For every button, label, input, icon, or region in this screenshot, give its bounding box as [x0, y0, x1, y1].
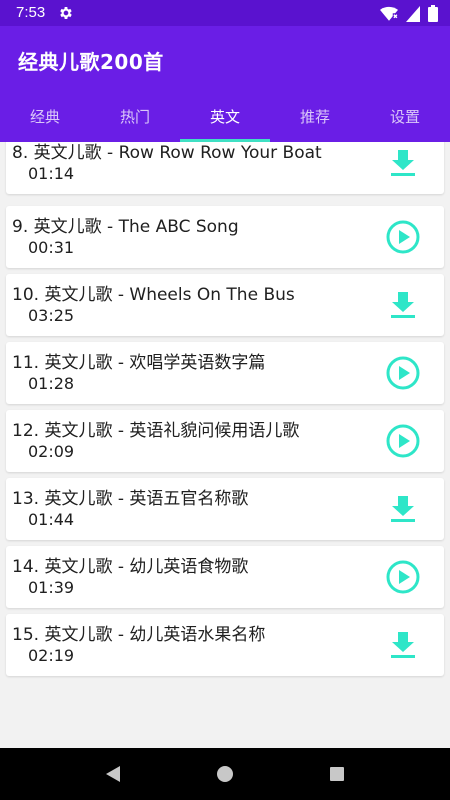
recents-icon — [330, 767, 344, 781]
song-title: 14. 英文儿歌 - 幼儿英语食物歌 — [12, 557, 249, 577]
tab-english[interactable]: 英文 — [180, 90, 270, 142]
song-title: 11. 英文儿歌 - 欢唱学英语数字篇 — [12, 353, 266, 373]
play-button[interactable] — [384, 558, 422, 596]
signal-icon — [406, 5, 420, 22]
wifi-icon — [380, 6, 398, 21]
home-icon — [217, 766, 233, 782]
play-icon — [386, 220, 420, 254]
back-button[interactable] — [102, 763, 124, 785]
download-button[interactable] — [384, 626, 422, 664]
song-item[interactable]: 9. 英文儿歌 - The ABC Song 00:31 — [6, 206, 444, 268]
download-icon — [391, 632, 415, 658]
song-duration: 02:19 — [28, 646, 75, 665]
tab-recommended[interactable]: 推荐 — [270, 90, 360, 142]
tab-settings[interactable]: 设置 — [360, 90, 450, 142]
download-button[interactable] — [384, 490, 422, 528]
play-button[interactable] — [384, 422, 422, 460]
play-icon — [386, 560, 420, 594]
song-duration: 02:09 — [28, 442, 75, 461]
song-list[interactable]: 8. 英文儿歌 - Row Row Row Your Boat 01:14 9.… — [0, 142, 450, 748]
play-button[interactable] — [384, 354, 422, 392]
app-bar: 经典儿歌200首 经典 热门 英文 推荐 设置 — [0, 26, 450, 142]
status-time: 7:53 — [16, 4, 46, 21]
song-title: 12. 英文儿歌 - 英语礼貌问候用语儿歌 — [12, 421, 300, 441]
app-title: 经典儿歌200首 — [18, 50, 164, 74]
download-button[interactable] — [384, 286, 422, 324]
tab-bar: 经典 热门 英文 推荐 设置 — [0, 90, 450, 142]
play-icon — [386, 356, 420, 390]
song-item[interactable]: 12. 英文儿歌 - 英语礼貌问候用语儿歌 02:09 — [6, 410, 444, 472]
song-title: 10. 英文儿歌 - Wheels On The Bus — [12, 285, 295, 305]
song-title: 15. 英文儿歌 - 幼儿英语水果名称 — [12, 625, 266, 645]
recents-button[interactable] — [326, 763, 348, 785]
song-item[interactable]: 11. 英文儿歌 - 欢唱学英语数字篇 01:28 — [6, 342, 444, 404]
download-icon — [391, 150, 415, 176]
download-icon — [391, 292, 415, 318]
download-button[interactable] — [384, 144, 422, 182]
play-icon — [386, 424, 420, 458]
song-title: 13. 英文儿歌 - 英语五官名称歌 — [12, 489, 249, 509]
system-nav-bar — [0, 748, 450, 800]
song-duration: 01:14 — [28, 164, 75, 183]
song-duration: 00:31 — [28, 238, 75, 257]
song-duration: 03:25 — [28, 306, 75, 325]
tab-classic[interactable]: 经典 — [0, 90, 90, 142]
tab-popular[interactable]: 热门 — [90, 90, 180, 142]
song-item[interactable]: 10. 英文儿歌 - Wheels On The Bus 03:25 — [6, 274, 444, 336]
song-item[interactable]: 13. 英文儿歌 - 英语五官名称歌 01:44 — [6, 478, 444, 540]
back-icon — [106, 766, 120, 782]
song-duration: 01:39 — [28, 578, 75, 597]
song-duration: 01:28 — [28, 374, 75, 393]
song-item[interactable]: 15. 英文儿歌 - 幼儿英语水果名称 02:19 — [6, 614, 444, 676]
battery-icon — [428, 5, 438, 22]
status-bar: 7:53 — [0, 0, 450, 26]
song-item[interactable]: 14. 英文儿歌 - 幼儿英语食物歌 01:39 — [6, 546, 444, 608]
song-item[interactable]: 8. 英文儿歌 - Row Row Row Your Boat 01:14 — [6, 142, 444, 194]
gear-icon — [60, 7, 72, 19]
play-button[interactable] — [384, 218, 422, 256]
song-title: 8. 英文儿歌 - Row Row Row Your Boat — [12, 143, 322, 163]
song-duration: 01:44 — [28, 510, 75, 529]
home-button[interactable] — [214, 763, 236, 785]
song-title: 9. 英文儿歌 - The ABC Song — [12, 217, 239, 237]
download-icon — [391, 496, 415, 522]
